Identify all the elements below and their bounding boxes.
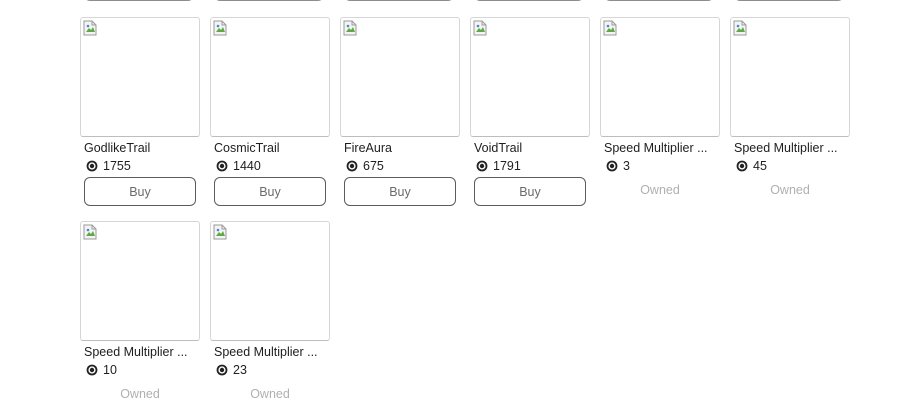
buy-button[interactable]: Buy [84, 177, 196, 206]
buy-button[interactable]: Buy [474, 177, 586, 206]
coin-icon [86, 160, 98, 172]
coin-icon [736, 160, 748, 172]
broken-image-icon [213, 20, 227, 36]
item-thumbnail [470, 17, 590, 137]
item-thumbnail [600, 17, 720, 137]
buy-button[interactable]: Buy [214, 177, 326, 206]
item-price: 3 [606, 158, 630, 174]
item-name: Speed Multiplier ... [604, 141, 708, 155]
coin-icon [216, 160, 228, 172]
item-price: 1440 [216, 158, 261, 174]
partial-button[interactable] [84, 0, 194, 1]
item-price: 23 [216, 362, 247, 378]
item-name: VoidTrail [474, 141, 523, 155]
item-price-value: 23 [233, 363, 247, 377]
item-thumbnail [340, 17, 460, 137]
item-name: Speed Multiplier ... [84, 345, 188, 359]
coin-icon [476, 160, 488, 172]
item-price-value: 675 [363, 159, 384, 173]
item-thumbnail [210, 221, 330, 341]
item-price-value: 1440 [233, 159, 261, 173]
item-price-value: 45 [753, 159, 767, 173]
broken-image-icon [83, 20, 97, 36]
coin-icon [606, 160, 618, 172]
item-thumbnail [80, 221, 200, 341]
buy-button[interactable]: Buy [344, 177, 456, 206]
owned-label: Owned [120, 387, 160, 400]
coin-icon [216, 364, 228, 376]
item-price: 1791 [476, 158, 521, 174]
item-name: FireAura [344, 141, 392, 155]
partial-button[interactable] [344, 0, 454, 1]
item-name: Speed Multiplier ... [214, 345, 318, 359]
item-price-value: 1791 [493, 159, 521, 173]
item-thumbnail [730, 17, 850, 137]
broken-image-icon [213, 224, 227, 240]
item-price-value: 10 [103, 363, 117, 377]
item-price: 675 [346, 158, 384, 174]
shop-page: GodlikeTrail 1755 Buy CosmicTrail 1440 B… [0, 0, 900, 400]
item-thumbnail [210, 17, 330, 137]
partial-button[interactable] [734, 0, 844, 1]
partial-button[interactable] [604, 0, 714, 1]
owned-label: Owned [770, 183, 810, 197]
owned-label: Owned [640, 183, 680, 197]
broken-image-icon [603, 20, 617, 36]
coin-icon [346, 160, 358, 172]
broken-image-icon [473, 20, 487, 36]
partial-button[interactable] [214, 0, 324, 1]
item-name: CosmicTrail [214, 141, 280, 155]
partial-button[interactable] [474, 0, 584, 1]
item-price: 10 [86, 362, 117, 378]
item-price-value: 1755 [103, 159, 131, 173]
broken-image-icon [83, 224, 97, 240]
item-name: GodlikeTrail [84, 141, 151, 155]
item-price: 45 [736, 158, 767, 174]
item-name: Speed Multiplier ... [734, 141, 838, 155]
broken-image-icon [733, 20, 747, 36]
owned-label: Owned [250, 387, 290, 400]
item-thumbnail [80, 17, 200, 137]
coin-icon [86, 364, 98, 376]
item-price-value: 3 [623, 159, 630, 173]
item-price: 1755 [86, 158, 131, 174]
broken-image-icon [343, 20, 357, 36]
